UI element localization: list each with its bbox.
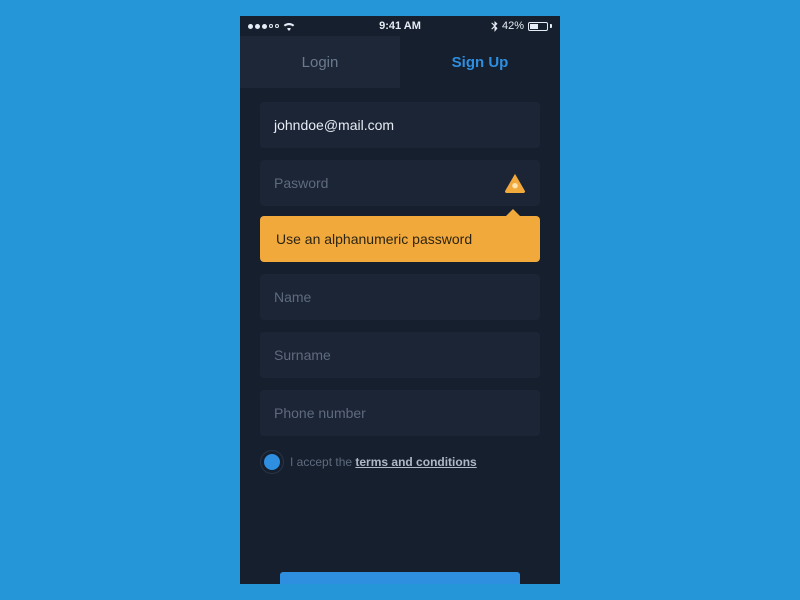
submit-button[interactable] <box>280 572 520 584</box>
terms-radio[interactable] <box>264 454 280 470</box>
surname-placeholder: Surname <box>274 347 526 363</box>
tab-login[interactable]: Login <box>240 36 400 88</box>
tab-signup[interactable]: Sign Up <box>400 36 560 88</box>
phone-field[interactable]: Phone number <box>260 390 540 436</box>
email-field[interactable]: johndoe@mail.com <box>260 102 540 148</box>
terms-row: I accept the terms and conditions <box>260 448 540 470</box>
status-bar: 9:41 AM 42% <box>240 16 560 36</box>
terms-link[interactable]: terms and conditions <box>355 455 476 469</box>
phone-placeholder: Phone number <box>274 405 526 421</box>
name-field[interactable]: Name <box>260 274 540 320</box>
terms-prefix: I accept the <box>290 455 355 469</box>
password-hint-tooltip: Use an alphanumeric password <box>260 216 540 262</box>
surname-field[interactable]: Surname <box>260 332 540 378</box>
password-hint-text: Use an alphanumeric password <box>276 231 472 247</box>
status-time: 9:41 AM <box>240 20 560 32</box>
terms-text: I accept the terms and conditions <box>290 455 477 469</box>
name-placeholder: Name <box>274 289 526 305</box>
email-value: johndoe@mail.com <box>274 117 526 133</box>
phone-frame: 9:41 AM 42% Login Sign Up johndoe@mail.c… <box>240 16 560 584</box>
password-field[interactable]: Pasword <box>260 160 540 206</box>
password-placeholder: Pasword <box>274 175 504 191</box>
signup-form: johndoe@mail.com Pasword Use an alphanum… <box>240 88 560 584</box>
auth-tabs: Login Sign Up <box>240 36 560 88</box>
warning-icon <box>504 173 526 193</box>
